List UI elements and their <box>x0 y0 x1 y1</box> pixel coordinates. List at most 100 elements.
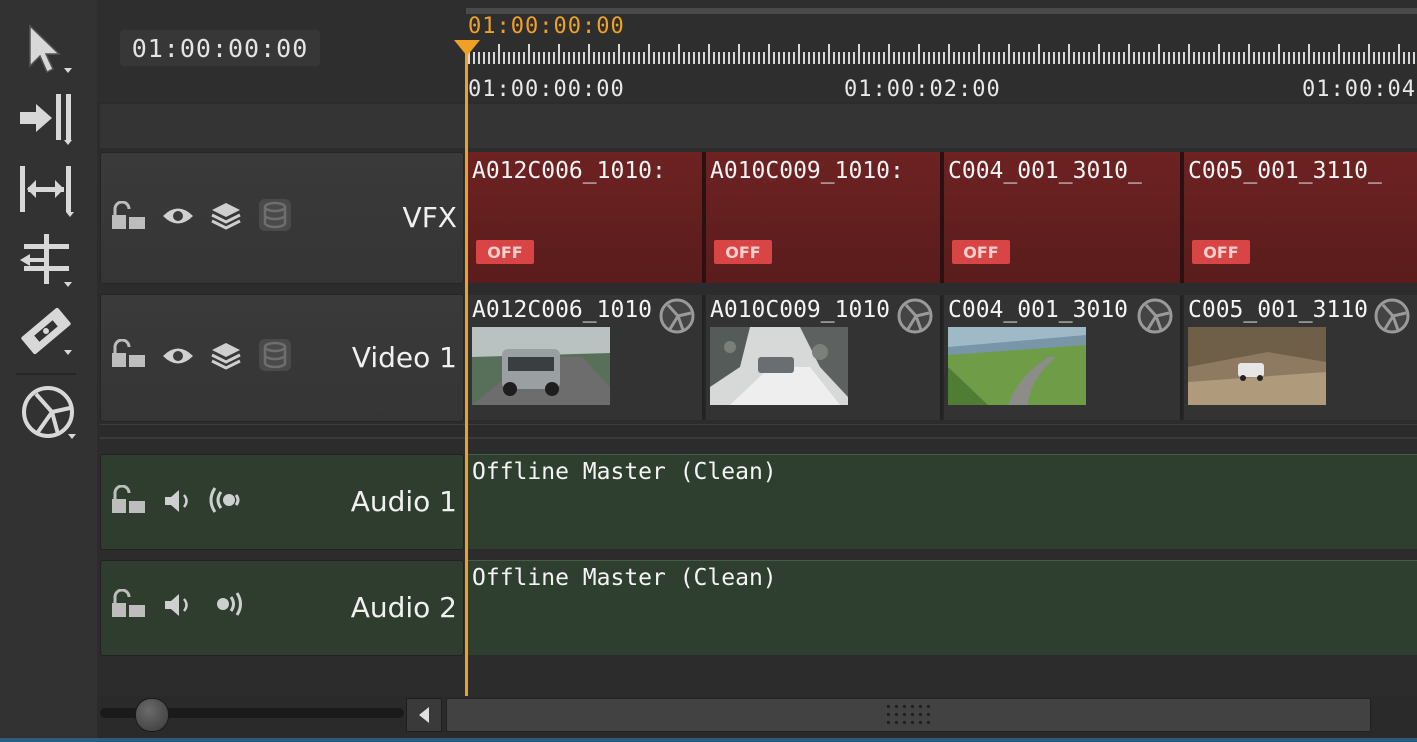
ruler-tick <box>1148 52 1150 64</box>
chevron-left-icon <box>419 707 429 723</box>
ripple-tool-icon[interactable] <box>14 230 78 288</box>
ruler-tick <box>963 52 965 64</box>
ruler-tick <box>1068 44 1070 64</box>
eye-icon[interactable] <box>161 205 195 227</box>
audio-channel-right-icon[interactable] <box>213 587 247 621</box>
lock-icon[interactable] <box>109 485 149 519</box>
select-tool-icon[interactable] <box>14 20 78 78</box>
scroll-left-button[interactable] <box>406 698 442 732</box>
ruler-label: 01:00:02:00 <box>844 77 1001 102</box>
video-clip[interactable]: A010C009_1010 <box>706 295 942 420</box>
playhead-line[interactable] <box>465 42 468 696</box>
lock-icon[interactable] <box>109 589 149 623</box>
vfx-clip[interactable]: C005_001_3110_ OFF <box>1184 152 1417 283</box>
ruler-tick <box>883 52 885 64</box>
off-badge[interactable]: OFF <box>952 240 1010 264</box>
ruler-tick <box>523 52 525 64</box>
speaker-icon[interactable] <box>161 487 195 515</box>
ruler-tick <box>1118 52 1120 64</box>
ruler-tick <box>613 52 615 64</box>
ruler-tick <box>1138 52 1140 64</box>
lock-icon[interactable] <box>109 339 149 373</box>
ruler-tick <box>718 52 720 64</box>
layers-icon[interactable] <box>209 341 243 371</box>
zoom-slider-knob[interactable] <box>135 698 169 732</box>
track-forward-icon[interactable] <box>14 88 78 146</box>
ruler-tick <box>1363 52 1365 64</box>
ruler-tick <box>498 44 500 64</box>
audio-channel-stereo-icon[interactable] <box>205 483 245 517</box>
clip-title: C004_001_3010_ <box>948 158 1142 184</box>
ruler-tick <box>703 52 705 64</box>
soft-effect-globe-icon[interactable] <box>1136 297 1174 335</box>
off-badge[interactable]: OFF <box>476 240 534 264</box>
ruler-tick <box>1203 52 1205 64</box>
ruler-tick <box>1218 44 1220 64</box>
audio-2-lane[interactable]: Offline Master (Clean) <box>466 560 1417 655</box>
track-header-audio-1[interactable]: Audio 1 <box>100 454 464 550</box>
track-header-audio-2[interactable]: Audio 2 <box>100 560 464 656</box>
ruler-tick <box>1098 44 1100 64</box>
off-badge[interactable]: OFF <box>714 240 772 264</box>
track-header-video-1[interactable]: Video 1 <box>100 294 464 422</box>
playhead-handle-icon[interactable] <box>452 38 482 58</box>
ruler-tick <box>773 52 775 64</box>
ruler-tick <box>933 52 935 64</box>
ruler-tick <box>903 52 905 64</box>
ruler-tick <box>868 52 870 64</box>
database-icon[interactable] <box>257 337 293 373</box>
ruler-tick <box>1058 52 1060 64</box>
vfx-clip[interactable]: A012C006_1010: OFF <box>468 152 704 283</box>
ruler-tick <box>608 52 610 64</box>
soft-effect-globe-icon[interactable] <box>658 297 696 335</box>
ruler-tick <box>553 52 555 64</box>
eye-icon[interactable] <box>161 345 195 367</box>
ruler-tick <box>1228 52 1230 64</box>
layers-icon[interactable] <box>209 201 243 231</box>
ruler-tick <box>1268 52 1270 64</box>
ruler-tick <box>1273 52 1275 64</box>
lock-icon[interactable] <box>109 201 149 235</box>
ruler-tick <box>948 44 950 64</box>
track-header-vfx[interactable]: VFX <box>100 152 464 284</box>
database-icon[interactable] <box>257 197 293 233</box>
ruler-tick <box>1393 52 1395 64</box>
off-badge[interactable]: OFF <box>1192 240 1250 264</box>
ruler-tick <box>593 52 595 64</box>
ruler-tick <box>673 52 675 64</box>
ruler-tick <box>1298 52 1300 64</box>
ruler-tick <box>753 52 755 64</box>
ruler-tick <box>558 44 560 64</box>
ruler-tick <box>1003 52 1005 64</box>
soft-effects-icon[interactable] <box>14 382 78 440</box>
audio-1-lane[interactable]: Offline Master (Clean) <box>466 454 1417 549</box>
ruler-tick <box>943 52 945 64</box>
razor-tool-icon[interactable] <box>14 302 78 360</box>
track-header-spacer <box>100 104 1417 148</box>
ruler-tick <box>1253 52 1255 64</box>
ruler-tick <box>1413 52 1415 64</box>
tool-divider <box>16 373 76 375</box>
ruler-tick <box>1028 52 1030 64</box>
video-clip[interactable]: C004_001_3010 <box>944 295 1182 420</box>
speaker-icon[interactable] <box>161 591 195 619</box>
video-clip[interactable]: C005_001_3110 <box>1184 295 1417 420</box>
ruler-tick <box>1223 52 1225 64</box>
ruler-tick <box>978 44 980 64</box>
soft-effect-globe-icon[interactable] <box>896 297 934 335</box>
current-timecode-display[interactable]: 01:00:00:00 <box>120 30 320 66</box>
ruler-tick <box>1388 52 1390 64</box>
ruler-tick <box>1093 52 1095 64</box>
video-clip[interactable]: A012C006_1010 <box>468 295 704 420</box>
slip-tool-icon[interactable] <box>14 160 78 218</box>
vfx-clip[interactable]: C004_001_3010_ OFF <box>944 152 1182 283</box>
ruler-tick <box>1168 52 1170 64</box>
timeline-ruler[interactable]: 01:00:00:00 01:00:00:00 01:00:02:00 01:0… <box>466 0 1417 102</box>
horizontal-scrollbar-thumb[interactable] <box>446 698 1371 732</box>
ruler-tick <box>623 52 625 64</box>
ruler-tick <box>1043 52 1045 64</box>
ruler-tick <box>1153 52 1155 64</box>
soft-effect-globe-icon[interactable] <box>1373 297 1411 335</box>
ruler-tick <box>1333 52 1335 64</box>
vfx-clip[interactable]: A010C009_1010: OFF <box>706 152 942 283</box>
